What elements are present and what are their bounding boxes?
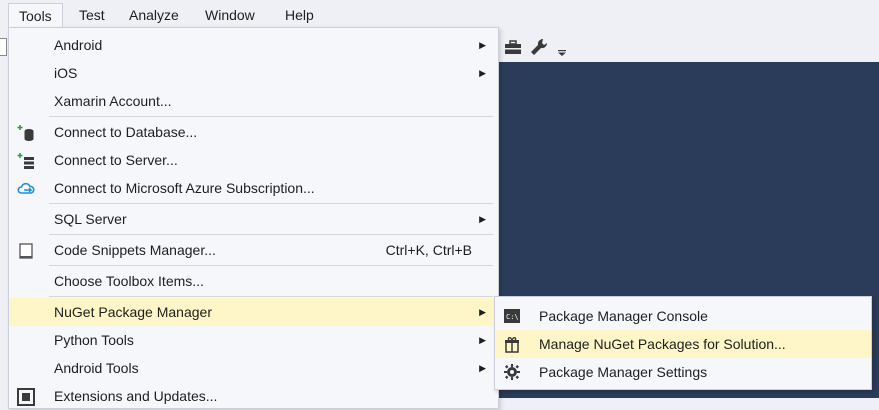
- submenu-item-package-manager-console[interactable]: C:\ Package Manager Console: [495, 302, 871, 330]
- menu-separator: [49, 296, 493, 297]
- menu-window[interactable]: Window: [195, 3, 265, 28]
- submenu-arrow-icon: ▶: [479, 214, 486, 224]
- connect-server-icon: [17, 153, 34, 169]
- menu-item-label: Connect to Server...: [54, 152, 178, 168]
- submenu-arrow-icon: ▶: [479, 307, 486, 317]
- tools-menu: Android ▶ iOS ▶ Xamarin Account... Conne…: [8, 27, 499, 409]
- submenu-item-manage-nuget-packages[interactable]: Manage NuGet Packages for Solution...: [495, 330, 871, 358]
- menu-item-python-tools[interactable]: Python Tools ▶: [9, 326, 498, 354]
- overflow-chevron-icon[interactable]: [555, 37, 569, 57]
- azure-cloud-icon: [17, 182, 35, 194]
- menu-item-connect-server[interactable]: Connect to Server...: [9, 146, 498, 174]
- menu-test[interactable]: Test: [69, 3, 115, 28]
- menu-separator: [49, 234, 493, 235]
- menu-item-sql-server[interactable]: SQL Server ▶: [9, 205, 498, 233]
- package-icon: [505, 337, 519, 353]
- menu-item-label: NuGet Package Manager: [54, 304, 212, 320]
- menu-item-label: Code Snippets Manager...: [54, 242, 216, 258]
- menu-item-android-tools[interactable]: Android Tools ▶: [9, 354, 498, 382]
- menu-item-label: Python Tools: [54, 332, 134, 348]
- submenu-item-label: Package Manager Console: [539, 308, 708, 324]
- menu-item-label: Android Tools: [54, 360, 139, 376]
- gear-icon: [504, 364, 520, 380]
- console-icon: C:\: [504, 309, 520, 323]
- menu-item-label: Extensions and Updates...: [54, 388, 218, 404]
- menu-item-label: Connect to Microsoft Azure Subscription.…: [54, 180, 315, 196]
- menu-item-ios[interactable]: iOS ▶: [9, 59, 498, 87]
- menu-help[interactable]: Help: [275, 3, 324, 28]
- submenu-item-label: Package Manager Settings: [539, 364, 708, 380]
- menu-item-label: Choose Toolbox Items...: [54, 273, 204, 289]
- wrench-icon[interactable]: [529, 37, 549, 57]
- extensions-icon: [17, 388, 35, 406]
- svg-text:C:\: C:\: [506, 313, 519, 321]
- menu-bar: Tools Test Analyze Window Help: [0, 0, 879, 30]
- menu-item-connect-database[interactable]: Connect to Database...: [9, 118, 498, 146]
- menu-item-shortcut: Ctrl+K, Ctrl+B: [385, 242, 472, 258]
- submenu-item-label: Manage NuGet Packages for Solution...: [539, 336, 786, 352]
- snippets-icon: [19, 243, 33, 259]
- menu-item-android[interactable]: Android ▶: [9, 31, 498, 59]
- menu-item-nuget-package-manager[interactable]: NuGet Package Manager ▶: [9, 298, 498, 326]
- menu-tools[interactable]: Tools: [8, 3, 63, 30]
- menu-item-label: SQL Server: [54, 211, 127, 227]
- submenu-arrow-icon: ▶: [479, 40, 486, 50]
- nuget-submenu: C:\ Package Manager Console Manage NuGet…: [494, 296, 872, 390]
- connect-database-icon: [17, 125, 34, 141]
- menu-item-label: iOS: [54, 65, 78, 81]
- editor-left-margin: [0, 62, 8, 398]
- menu-item-label: Connect to Database...: [54, 124, 198, 140]
- submenu-arrow-icon: ▶: [479, 335, 486, 345]
- menu-separator: [49, 116, 493, 117]
- menu-separator: [49, 265, 493, 266]
- toolbox-icon[interactable]: [503, 37, 523, 57]
- submenu-item-package-manager-settings[interactable]: Package Manager Settings: [495, 358, 871, 386]
- toolbar-dropdown-edge[interactable]: [0, 38, 7, 56]
- menu-item-choose-toolbox-items[interactable]: Choose Toolbox Items...: [9, 267, 498, 295]
- submenu-arrow-icon: ▶: [479, 68, 486, 78]
- menu-separator: [49, 203, 493, 204]
- menu-item-label: Android: [54, 37, 103, 53]
- menu-item-connect-azure[interactable]: Connect to Microsoft Azure Subscription.…: [9, 174, 498, 202]
- submenu-arrow-icon: ▶: [479, 363, 486, 373]
- menu-item-xamarin-account[interactable]: Xamarin Account...: [9, 87, 498, 115]
- menu-item-code-snippets-manager[interactable]: Code Snippets Manager... Ctrl+K, Ctrl+B: [9, 236, 498, 264]
- menu-item-extensions-and-updates[interactable]: Extensions and Updates...: [9, 382, 498, 410]
- menu-item-label: Xamarin Account...: [54, 93, 172, 109]
- menu-analyze[interactable]: Analyze: [119, 3, 189, 28]
